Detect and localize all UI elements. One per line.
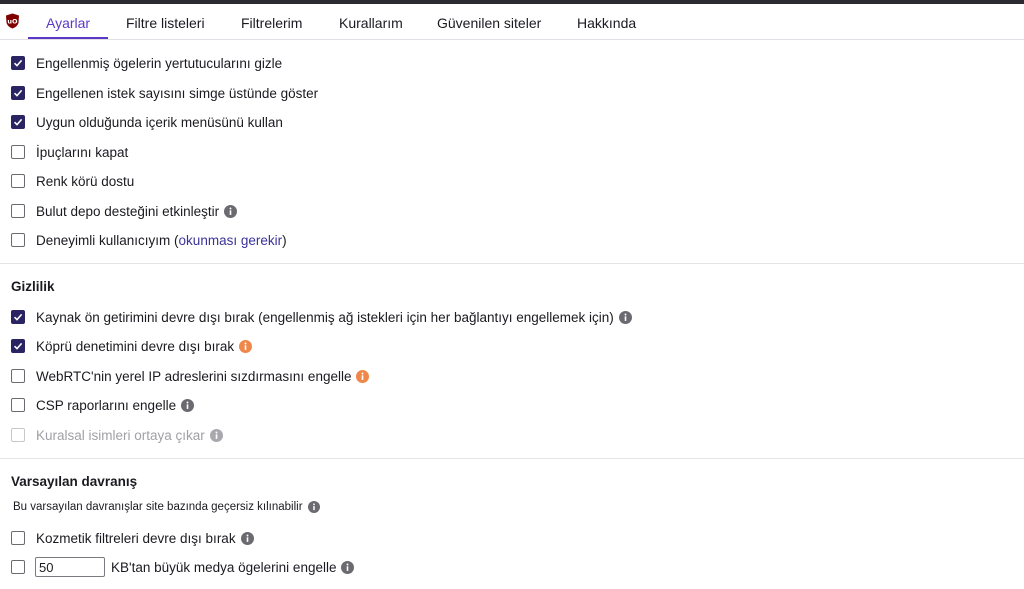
info-icon[interactable]: [240, 531, 254, 545]
info-icon[interactable]: [224, 204, 238, 218]
warning-info-icon[interactable]: [356, 369, 370, 383]
setting-block-csp-reports[interactable]: CSP raporlarını engelle: [11, 395, 195, 415]
setting-hide-placeholders[interactable]: Engellenmiş ögelerin yertutucularını giz…: [11, 53, 282, 73]
info-icon[interactable]: [618, 310, 632, 324]
setting-webrtc-leak[interactable]: WebRTC'nin yerel IP adreslerini sızdırma…: [11, 366, 370, 386]
checkbox-show-badge-count[interactable]: [11, 86, 25, 100]
setting-label: Köprü denetimini devre dışı bırak: [36, 338, 235, 354]
setting-label: CSP raporlarını engelle: [36, 397, 177, 413]
checkbox-disable-tooltips[interactable]: [11, 145, 25, 159]
required-reading-link[interactable]: okunması gerekir: [179, 233, 283, 248]
setting-label: Kaynak ön getirimini devre dışı bırak (e…: [36, 309, 614, 325]
setting-disable-prefetch[interactable]: Kaynak ön getirimini devre dışı bırak (e…: [11, 307, 632, 327]
checkbox-disable-prefetch[interactable]: [11, 310, 25, 324]
setting-label: Kuralsal isimleri ortaya çıkar: [36, 427, 205, 443]
tab-filter-lists[interactable]: Filtre listeleri: [126, 4, 205, 40]
checkbox-block-large-media[interactable]: [11, 560, 25, 574]
note-text: Bu varsayılan davranışlar site bazında g…: [13, 501, 303, 513]
info-icon[interactable]: [181, 398, 195, 412]
checkbox-color-blind[interactable]: [11, 174, 25, 188]
setting-context-menu[interactable]: Uygun olduğunda içerik menüsünü kullan: [11, 112, 283, 132]
checkbox-advanced-user[interactable]: [11, 233, 25, 247]
tab-bar: uO Ayarlar Filtre listeleri Filtrelerim …: [0, 4, 1024, 40]
tab-my-rules[interactable]: Kurallarım: [339, 4, 403, 40]
active-tab-indicator: [28, 37, 108, 39]
label-suffix: ): [282, 232, 287, 248]
section-divider: [0, 263, 1024, 264]
privacy-heading: Gizlilik: [11, 279, 55, 294]
tab-my-filters[interactable]: Filtrelerim: [241, 4, 302, 40]
checkmark-icon: [13, 118, 23, 126]
setting-cloud-storage[interactable]: Bulut depo desteğini etkinleştir: [11, 201, 238, 221]
ublock-logo-icon: uO: [6, 13, 19, 29]
setting-label: Engellenen istek sayısını simge üstünde …: [36, 85, 319, 101]
setting-disable-cosmetic[interactable]: Kozmetik filtreleri devre dışı bırak: [11, 528, 254, 548]
setting-label: WebRTC'nin yerel IP adreslerini sızdırma…: [36, 368, 352, 384]
info-icon[interactable]: [209, 428, 223, 442]
checkmark-icon: [13, 342, 23, 350]
info-icon[interactable]: [341, 560, 355, 574]
checkbox-disable-cosmetic[interactable]: [11, 531, 25, 545]
setting-disable-hyperlink-auditing[interactable]: Köprü denetimini devre dışı bırak: [11, 336, 253, 356]
checkbox-webrtc-leak[interactable]: [11, 369, 25, 383]
setting-color-blind[interactable]: Renk körü dostu: [11, 171, 134, 191]
setting-label: Kozmetik filtreleri devre dışı bırak: [36, 530, 236, 546]
setting-show-badge-count[interactable]: Engellenen istek sayısını simge üstünde …: [11, 83, 318, 103]
setting-advanced-user[interactable]: Deneyimli kullanıcıyım (okunması gerekir…: [11, 230, 287, 250]
checkbox-context-menu[interactable]: [11, 115, 25, 129]
checkmark-icon: [13, 59, 23, 67]
checkmark-icon: [13, 313, 23, 321]
section-divider: [0, 458, 1024, 459]
media-size-input[interactable]: [35, 557, 105, 577]
checkbox-disable-hyperlink-auditing[interactable]: [11, 339, 25, 353]
tab-trusted-sites[interactable]: Güvenilen siteler: [437, 4, 541, 40]
info-icon[interactable]: [307, 501, 320, 513]
checkbox-hide-placeholders[interactable]: [11, 56, 25, 70]
default-behavior-heading: Varsayılan davranış: [11, 474, 138, 489]
checkbox-uncloak-canonical: [11, 428, 25, 442]
setting-label: KB'tan büyük medya ögelerini engelle: [111, 559, 337, 575]
setting-label: İpuçlarını kapat: [36, 144, 129, 160]
checkbox-cloud-storage[interactable]: [11, 204, 25, 218]
setting-label: Engellenmiş ögelerin yertutucularını giz…: [36, 55, 283, 71]
setting-block-large-media[interactable]: KB'tan büyük medya ögelerini engelle: [11, 557, 355, 577]
svg-text:uO: uO: [7, 18, 18, 26]
setting-label: Bulut depo desteğini etkinleştir: [36, 203, 220, 219]
checkmark-icon: [13, 89, 23, 97]
tab-settings[interactable]: Ayarlar: [46, 4, 90, 40]
setting-label: Renk körü dostu: [36, 173, 135, 189]
setting-label: Uygun olduğunda içerik menüsünü kullan: [36, 114, 283, 130]
checkbox-block-csp-reports[interactable]: [11, 398, 25, 412]
tab-about[interactable]: Hakkında: [577, 4, 636, 40]
label-prefix: Deneyimli kullanıcıyım (: [36, 232, 179, 248]
warning-info-icon[interactable]: [239, 339, 253, 353]
setting-disable-tooltips[interactable]: İpuçlarını kapat: [11, 142, 128, 162]
setting-label: Deneyimli kullanıcıyım (okunması gerekir…: [36, 233, 287, 248]
default-behavior-note: Bu varsayılan davranışlar site bazında g…: [13, 501, 320, 513]
setting-uncloak-canonical: Kuralsal isimleri ortaya çıkar: [11, 425, 223, 445]
